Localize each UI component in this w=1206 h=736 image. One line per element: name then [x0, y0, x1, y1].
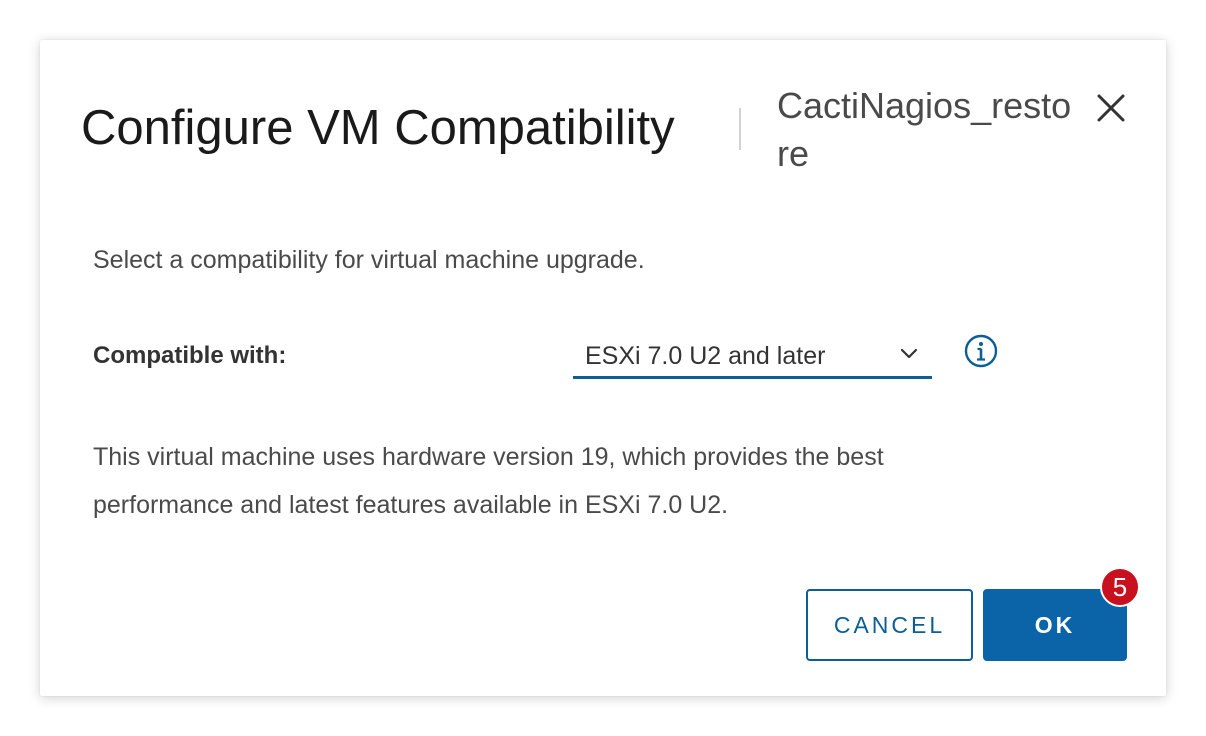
screen: Configure VM Compatibility CactiNagios_r… — [0, 0, 1206, 736]
close-icon — [1097, 94, 1125, 122]
title-divider — [739, 108, 741, 150]
intro-text: Select a compatibility for virtual machi… — [93, 246, 645, 274]
dialog-subtitle-vm-name: CactiNagios_restore — [777, 85, 1072, 174]
compatible-with-label: Compatible with: — [93, 342, 287, 369]
step-number-badge: 5 — [1100, 567, 1140, 607]
close-button[interactable] — [1093, 90, 1129, 126]
chevron-down-icon — [900, 348, 918, 359]
compatibility-select-value: ESXi 7.0 U2 and later — [585, 342, 826, 370]
cancel-button[interactable]: CANCEL — [806, 589, 973, 661]
info-icon — [964, 334, 998, 368]
compatibility-select[interactable]: ESXi 7.0 U2 and later — [573, 333, 932, 379]
info-button[interactable] — [964, 334, 998, 368]
dialog-title: Configure VM Compatibility — [81, 101, 675, 155]
hardware-version-description: This virtual machine uses hardware versi… — [93, 443, 884, 519]
configure-vm-compatibility-dialog: Configure VM Compatibility CactiNagios_r… — [40, 40, 1166, 696]
